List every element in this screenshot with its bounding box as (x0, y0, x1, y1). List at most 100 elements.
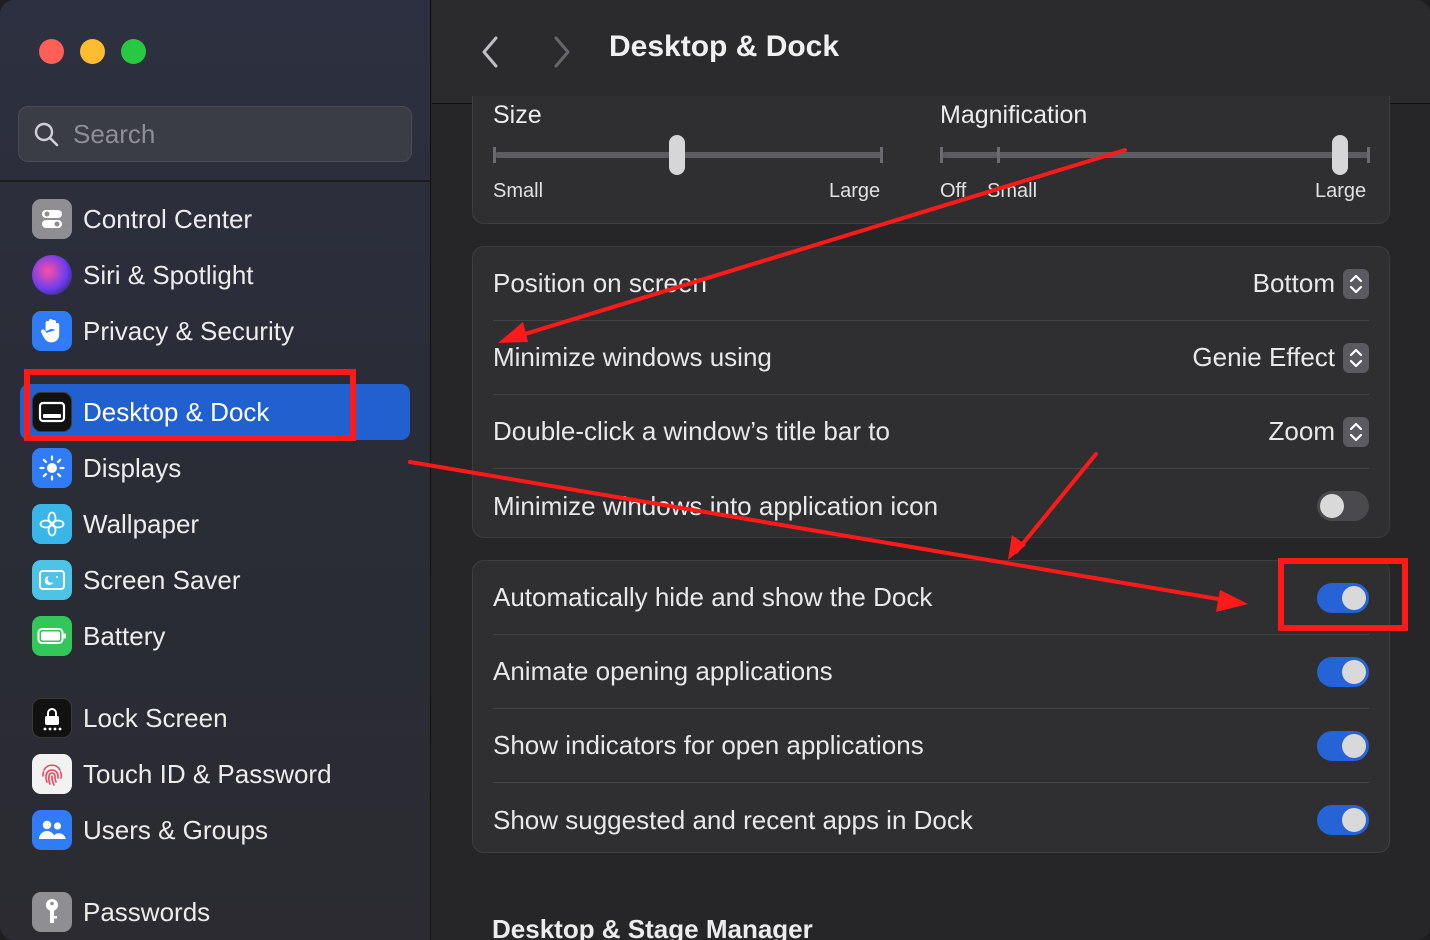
magnification-tick-max (1367, 147, 1370, 163)
setting-label: Show suggested and recent apps in Dock (493, 804, 973, 835)
show-indicators-row: Show indicators for open applications (493, 709, 1369, 783)
sidebar-item-label: Privacy & Security (83, 315, 294, 346)
sidebar-item-label: Displays (83, 452, 182, 483)
toggle-knob (1342, 659, 1366, 684)
sidebar-item-label: Users & Groups (83, 814, 268, 845)
section-heading-desktop-stage-manager: Desktop & Stage Manager (492, 914, 813, 940)
suggested-recent-apps-toggle[interactable] (1317, 805, 1369, 835)
auto-hide-dock-toggle[interactable] (1317, 582, 1369, 613)
setting-label: Automatically hide and show the Dock (493, 582, 933, 612)
magnification-tick-small (997, 147, 1000, 163)
lock-icon (32, 698, 72, 738)
search-field[interactable] (18, 106, 412, 162)
sidebar-item-displays[interactable]: Displays (20, 440, 410, 496)
up-down-chevron-icon (1343, 416, 1369, 447)
forward-chevron-icon[interactable] (546, 32, 576, 72)
fingerprint-icon (32, 754, 72, 794)
magnification-slider-track[interactable] (942, 152, 1370, 158)
magnification-off-label: Off (940, 180, 967, 202)
sidebar-item-label: Touch ID & Password (83, 758, 332, 789)
sidebar-item-label: Battery (83, 620, 166, 651)
show-indicators-toggle[interactable] (1317, 730, 1369, 761)
sidebar-item-wallpaper[interactable]: Wallpaper (20, 496, 410, 552)
size-slider-track[interactable] (495, 152, 883, 158)
sidebar-item-label: Wallpaper (83, 508, 200, 539)
page-title: Desktop & Dock (609, 30, 840, 63)
magnification-max-label: Large (1315, 180, 1367, 202)
minimize-button[interactable] (80, 39, 105, 64)
up-down-chevron-icon (1343, 342, 1369, 373)
sidebar-item-control-center[interactable]: Control Center (20, 191, 410, 247)
setting-label: Double-click a window’s title bar to (493, 416, 890, 446)
sidebar-item-label: Control Center (83, 203, 253, 234)
battery-icon (32, 616, 72, 656)
dock-behaviour-card: Position on screen Bottom Minimize windo… (472, 246, 1390, 538)
control-center-icon (32, 199, 72, 239)
toggle-knob (1342, 733, 1366, 758)
sidebar-item-desktop-dock[interactable]: Desktop & Dock (20, 384, 410, 440)
toolbar: Desktop & Dock (432, 0, 1430, 104)
dock-size-card: Size Small Large Magnification Off Small… (472, 96, 1390, 224)
sidebar-item-label: Screen Saver (83, 564, 241, 595)
select-value: Zoom (1268, 416, 1335, 446)
zoom-button[interactable] (121, 39, 146, 64)
search-icon (34, 122, 59, 147)
setting-label: Position on screen (493, 268, 707, 298)
animate-opening-row: Animate opening applications (493, 635, 1369, 709)
setting-label: Show indicators for open applications (493, 730, 924, 760)
position-select[interactable]: Bottom (1253, 268, 1369, 299)
traffic-lights (39, 39, 146, 64)
size-tick-min (493, 147, 496, 163)
sidebar-item-battery[interactable]: Battery (20, 608, 410, 664)
hand-icon (32, 311, 72, 351)
sidebar-item-label: Siri & Spotlight (83, 259, 254, 290)
setting-label: Animate opening applications (493, 656, 833, 686)
up-down-chevron-icon (1343, 268, 1369, 299)
sidebar-divider (0, 180, 431, 182)
key-icon (32, 892, 72, 932)
toggle-knob (1342, 808, 1366, 832)
search-input[interactable] (73, 118, 393, 150)
select-value: Genie Effect (1192, 342, 1335, 372)
position-on-screen-row: Position on screen Bottom (493, 247, 1369, 321)
magnification-tick-off (940, 147, 943, 163)
main-pane: Desktop & Dock Size Small Large Magnific… (432, 0, 1430, 940)
magnification-label: Magnification (940, 101, 1088, 129)
magnification-min-label: Small (987, 180, 1038, 202)
setting-label: Minimize windows into application icon (493, 490, 939, 521)
dock-icon (32, 392, 72, 432)
sidebar-item-label: Lock Screen (83, 702, 228, 733)
suggested-recent-apps-row: Show suggested and recent apps in Dock (493, 783, 1369, 857)
magnification-slider-thumb[interactable] (1332, 135, 1349, 175)
select-value: Bottom (1252, 268, 1335, 298)
size-max-label: Large (829, 180, 881, 202)
toggle-knob (1342, 585, 1366, 610)
sidebar-item-passwords[interactable]: Passwords (20, 884, 410, 940)
sidebar-item-users-groups[interactable]: Users & Groups (20, 802, 410, 858)
double-click-title-bar-row: Double-click a window’s title bar to Zoo… (493, 395, 1369, 469)
size-label: Size (493, 101, 542, 129)
sidebar-item-lock-screen[interactable]: Lock Screen (20, 690, 410, 746)
animate-opening-toggle[interactable] (1317, 656, 1369, 687)
dock-toggles-card: Automatically hide and show the Dock Ani… (472, 560, 1390, 853)
setting-label: Minimize windows using (493, 342, 772, 372)
minimize-into-app-icon-row: Minimize windows into application icon (493, 469, 1369, 543)
sidebar-item-privacy-security[interactable]: Privacy & Security (20, 303, 410, 359)
users-icon (32, 810, 72, 850)
size-tick-max (880, 147, 883, 163)
flower-icon (32, 504, 72, 544)
screen-saver-icon (32, 560, 72, 600)
back-chevron-icon[interactable] (476, 32, 506, 72)
auto-hide-dock-row: Automatically hide and show the Dock (493, 561, 1369, 635)
sidebar-item-siri-spotlight[interactable]: Siri & Spotlight (20, 247, 410, 303)
sidebar: Control Center Siri & Spotlight Privacy … (0, 0, 431, 940)
close-button[interactable] (39, 39, 64, 64)
minimize-into-app-icon-toggle[interactable] (1317, 491, 1369, 521)
size-min-label: Small (493, 180, 544, 202)
sidebar-item-label: Desktop & Dock (83, 396, 270, 427)
minimize-effect-select[interactable]: Genie Effect (1192, 342, 1369, 373)
size-slider-thumb[interactable] (669, 135, 686, 175)
sidebar-item-screen-saver[interactable]: Screen Saver (20, 552, 410, 608)
sidebar-item-touch-id-password[interactable]: Touch ID & Password (20, 746, 410, 802)
double-click-action-select[interactable]: Zoom (1269, 416, 1369, 447)
